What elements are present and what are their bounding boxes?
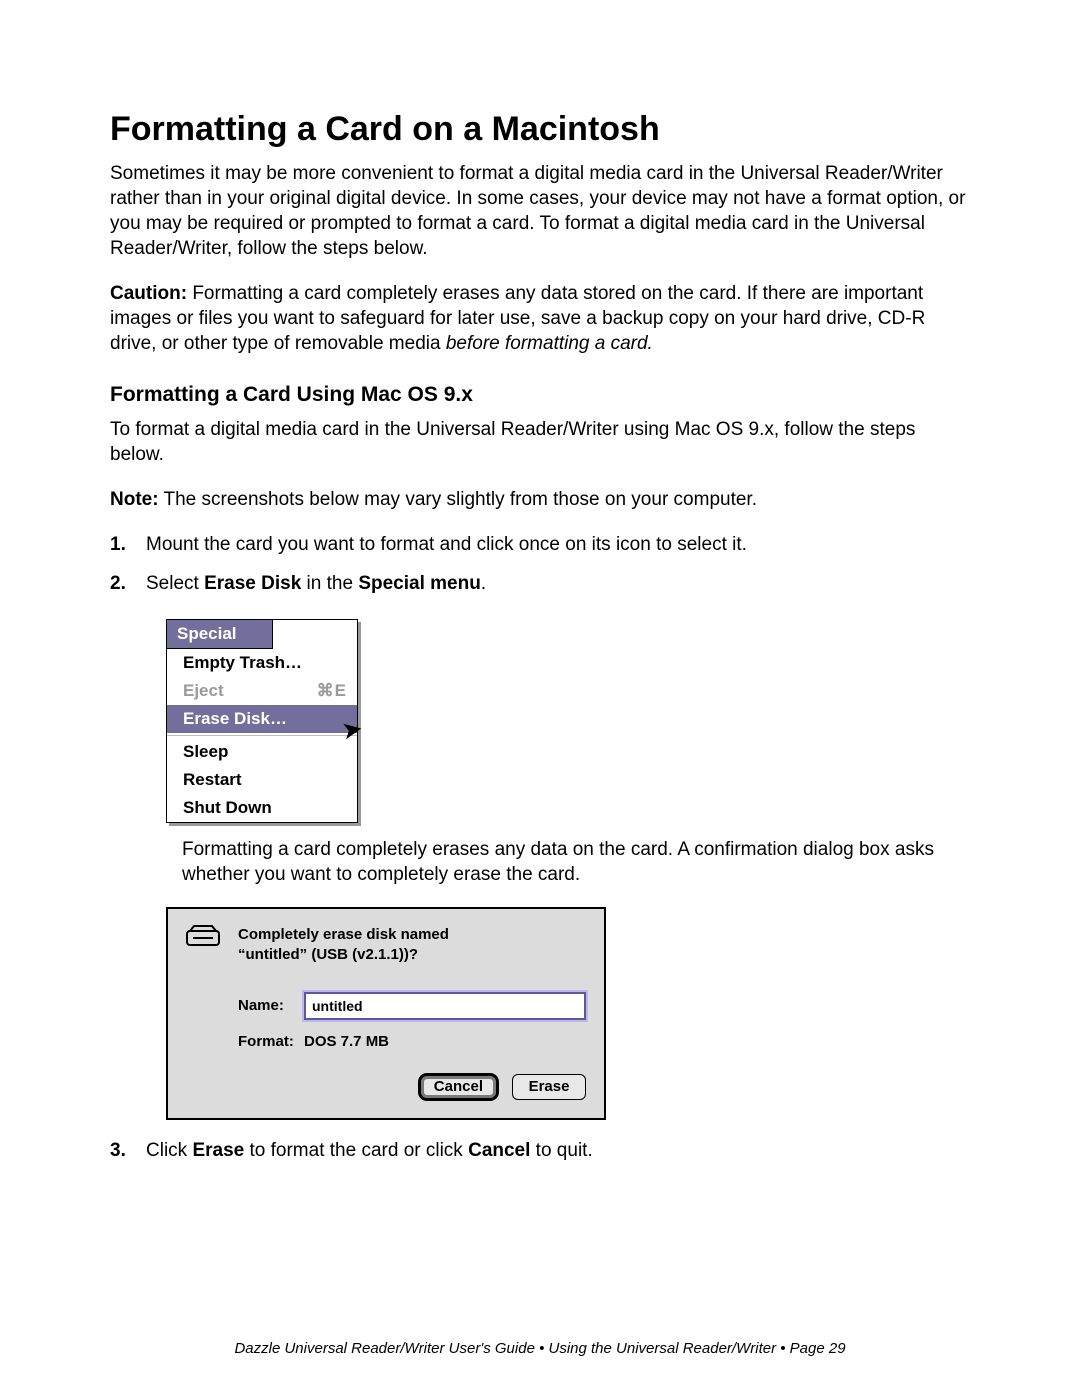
note-text: The screenshots below may vary slightly … bbox=[159, 489, 757, 510]
note-paragraph: Note: The screenshots below may vary sli… bbox=[110, 487, 970, 512]
page-footer: Dazzle Universal Reader/Writer User's Gu… bbox=[0, 1340, 1080, 1357]
menu-item-empty-trash[interactable]: Empty Trash… bbox=[167, 649, 357, 677]
menu-title[interactable]: Special bbox=[166, 619, 273, 649]
menu-item-label: Eject bbox=[183, 681, 224, 700]
dialog-line2: “untitled” (USB (v2.1.1))? bbox=[238, 945, 449, 965]
menu-item-shutdown[interactable]: Shut Down bbox=[167, 794, 357, 822]
name-label: Name: bbox=[238, 996, 304, 1016]
caution-label: Caution: bbox=[110, 283, 187, 304]
step-text: Mount the card you want to format and cl… bbox=[146, 534, 747, 555]
menu-item-label: Erase Disk… bbox=[183, 709, 287, 728]
cancel-button[interactable]: Cancel bbox=[419, 1074, 498, 1100]
special-menu: Special Empty Trash… Eject ⌘E Erase Disk… bbox=[166, 619, 358, 823]
t: Click bbox=[146, 1140, 192, 1161]
format-label: Format: bbox=[238, 1032, 304, 1052]
menu-shortcut: ⌘E bbox=[317, 682, 347, 699]
t: in the bbox=[301, 573, 358, 594]
menu-item-eject: Eject ⌘E bbox=[167, 677, 357, 705]
menu-item-restart[interactable]: Restart bbox=[167, 766, 357, 794]
name-field-row: Name: bbox=[238, 992, 586, 1020]
bold-erase: Erase bbox=[192, 1140, 244, 1161]
menu-separator bbox=[167, 735, 357, 736]
step-2-followup: Formatting a card completely erases any … bbox=[182, 837, 970, 887]
format-value: DOS 7.7 MB bbox=[304, 1032, 389, 1052]
section-heading: Formatting a Card Using Mac OS 9.x bbox=[110, 383, 970, 407]
step-2: 2. Select Erase Disk in the Special menu… bbox=[110, 571, 970, 1120]
page-heading: Formatting a Card on a Macintosh bbox=[110, 110, 970, 149]
step-1: 1. Mount the card you want to format and… bbox=[110, 532, 970, 558]
erase-dialog: Completely erase disk named “untitled” (… bbox=[166, 907, 606, 1120]
note-label: Note: bbox=[110, 489, 159, 510]
step-text: Select Erase Disk in the Special menu. bbox=[146, 573, 486, 594]
bold-special-menu: Special menu bbox=[358, 573, 481, 594]
steps-list: 1. Mount the card you want to format and… bbox=[110, 532, 970, 1164]
dialog-line1: Completely erase disk named bbox=[238, 925, 449, 945]
step-number: 2. bbox=[110, 571, 126, 597]
section-intro: To format a digital media card in the Un… bbox=[110, 417, 970, 467]
step-text: Click Erase to format the card or click … bbox=[146, 1140, 593, 1161]
step-number: 1. bbox=[110, 532, 126, 558]
caution-emphasis: before formatting a card. bbox=[446, 333, 653, 354]
name-input[interactable] bbox=[304, 992, 586, 1020]
menu-item-erase-disk[interactable]: Erase Disk… ➤ bbox=[167, 705, 357, 733]
erase-button[interactable]: Erase bbox=[512, 1074, 586, 1100]
t: . bbox=[481, 573, 486, 594]
t: to quit. bbox=[530, 1140, 592, 1161]
caution-paragraph: Caution: Formatting a card completely er… bbox=[110, 281, 970, 356]
dialog-message: Completely erase disk named “untitled” (… bbox=[238, 925, 449, 966]
step-3: 3. Click Erase to format the card or cli… bbox=[110, 1138, 970, 1164]
bold-erase-disk: Erase Disk bbox=[204, 573, 301, 594]
bold-cancel: Cancel bbox=[468, 1140, 530, 1161]
step-number: 3. bbox=[110, 1138, 126, 1164]
document-page: Formatting a Card on a Macintosh Sometim… bbox=[0, 0, 1080, 1164]
menu-item-sleep[interactable]: Sleep bbox=[167, 738, 357, 766]
t: to format the card or click bbox=[244, 1140, 468, 1161]
drive-icon bbox=[186, 925, 220, 949]
t: Select bbox=[146, 573, 204, 594]
format-field-row: Format: DOS 7.7 MB bbox=[238, 1032, 586, 1052]
cursor-icon: ➤ bbox=[341, 718, 363, 743]
intro-paragraph: Sometimes it may be more convenient to f… bbox=[110, 161, 970, 261]
